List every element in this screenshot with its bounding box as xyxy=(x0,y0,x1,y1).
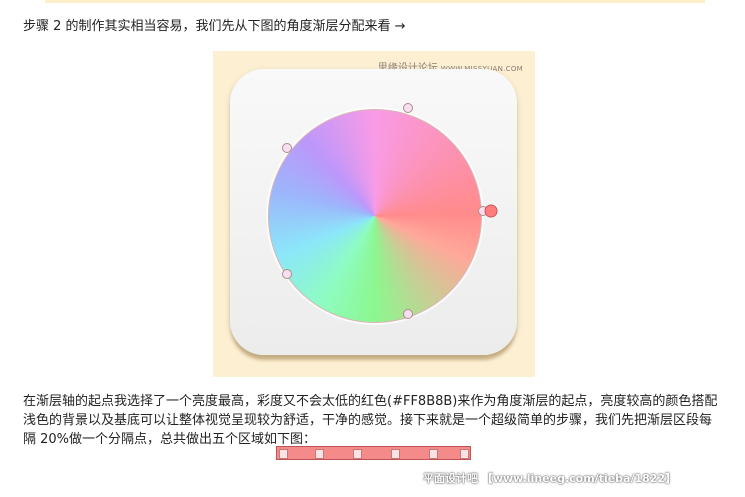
segment-stop-marker xyxy=(429,449,438,459)
gradient-stop-handle xyxy=(403,103,413,113)
gradient-stop-handle xyxy=(403,309,413,319)
top-highlight-band xyxy=(45,0,705,3)
segment-stop-marker xyxy=(279,449,288,459)
angle-gradient-wheel xyxy=(268,109,482,323)
body-paragraph: 在渐层轴的起点我选择了一个亮度最高，彩度又不会太低的红色(#FF8B8B)来作为… xyxy=(23,394,718,447)
intro-paragraph: 步骤 2 的制作其实相当容易，我们先从下图的角度渐层分配来看 → xyxy=(23,19,406,34)
gradient-figure: 思缘设计论坛WWW.MISSYUAN.COM xyxy=(213,51,535,377)
gradient-segment-bar xyxy=(276,446,471,460)
segment-stop-marker xyxy=(315,449,324,459)
gradient-stop-handle xyxy=(282,269,292,279)
gradient-stop-handle xyxy=(282,143,292,153)
gradient-start-handle xyxy=(484,204,498,218)
segment-stop-marker xyxy=(391,449,400,459)
segment-stop-marker xyxy=(460,449,469,459)
segment-stop-marker xyxy=(353,449,362,459)
site-credit-watermark: 平面设计吧 【www.lineeg.com/tieba/1822】 xyxy=(423,472,677,485)
